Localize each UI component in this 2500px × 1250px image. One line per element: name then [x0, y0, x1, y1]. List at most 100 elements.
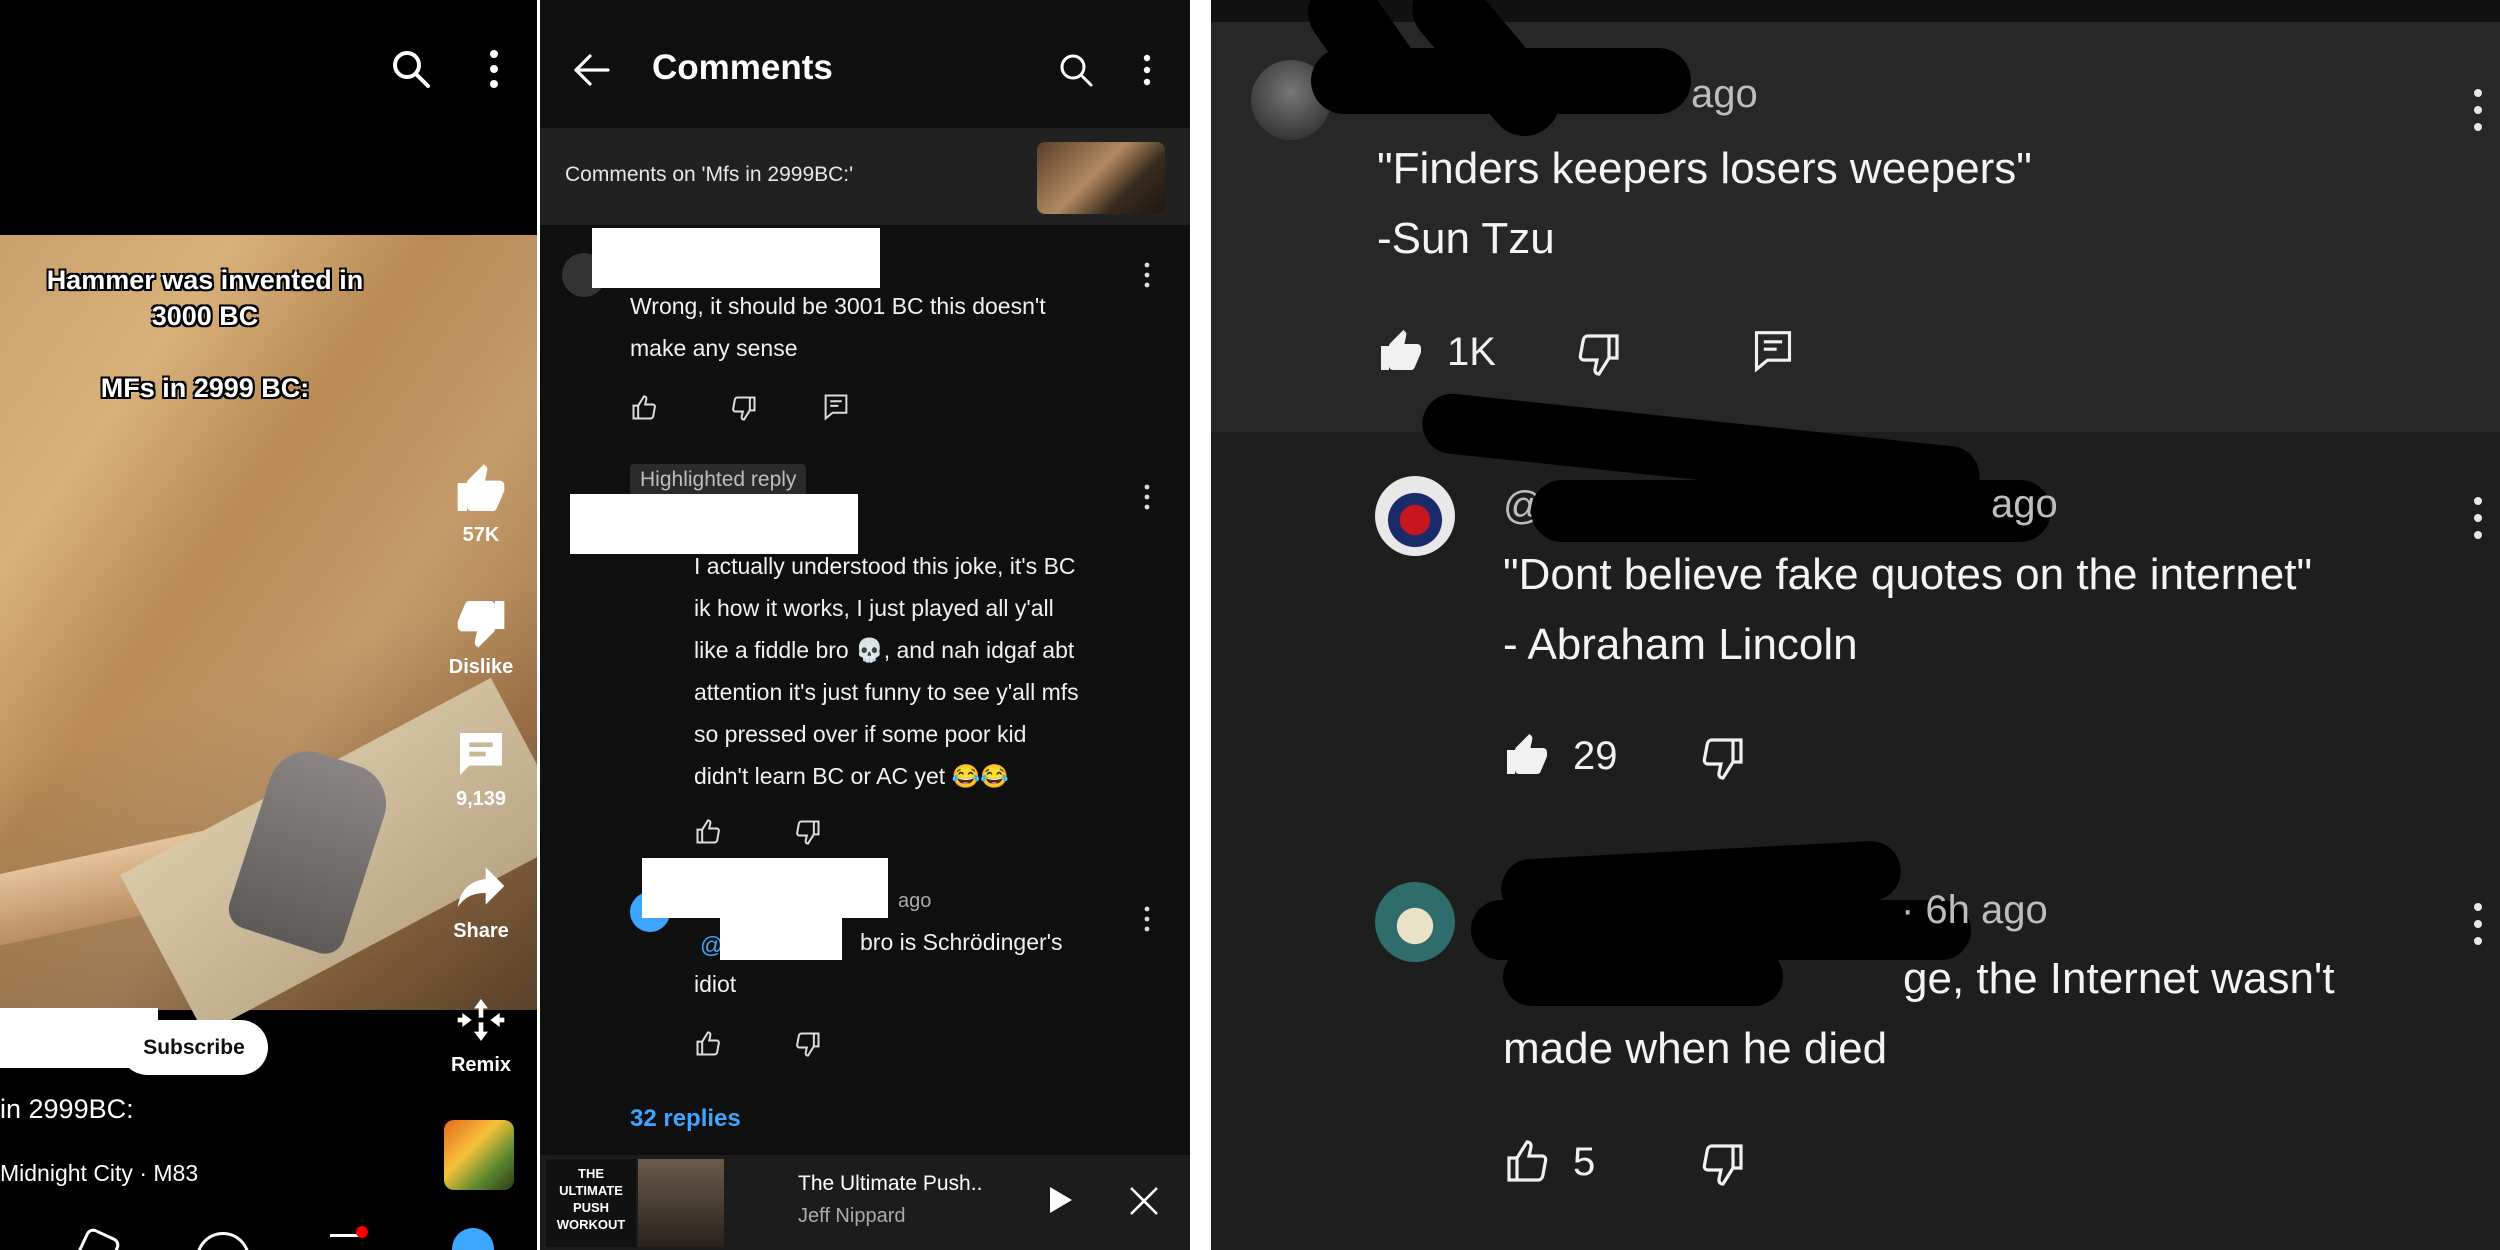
- comment-timestamp: · 6h ago: [1901, 888, 2048, 932]
- comment-text-line: make any sense: [630, 335, 798, 361]
- redaction-scribble: [1503, 948, 1783, 1006]
- play-icon[interactable]: [1048, 1185, 1074, 1215]
- video-caption: in 2999BC:: [0, 1094, 134, 1124]
- redacted-username: [592, 228, 880, 288]
- view-replies-link[interactable]: 32 replies: [630, 1105, 741, 1133]
- mini-player-thumbnail[interactable]: THE ULTIMATE PUSH WORKOUT: [546, 1159, 636, 1247]
- commenter-avatar[interactable]: [1375, 882, 1455, 962]
- comment-text-line: ge, the Internet wasn't: [1903, 954, 2335, 1003]
- mini-player[interactable]: THE ULTIMATE PUSH WORKOUT The Ultimate P…: [540, 1155, 1190, 1250]
- reply-comment-icon[interactable]: [1751, 326, 1795, 376]
- create-nav-icon[interactable]: [196, 1232, 250, 1250]
- back-arrow-icon[interactable]: [572, 52, 610, 88]
- music-info[interactable]: Midnight City · M83: [0, 1160, 198, 1187]
- thumb-up-icon: [453, 462, 509, 518]
- mini-player-channel: Jeff Nippard: [798, 1205, 906, 1227]
- comment-menu-icon[interactable]: [1144, 262, 1150, 288]
- remix-label: Remix: [450, 1054, 512, 1076]
- thumb-down-icon[interactable]: [794, 1030, 822, 1058]
- like-button[interactable]: 57K: [436, 462, 526, 547]
- thumb-down-icon: [453, 594, 509, 650]
- thumb-up-icon[interactable]: [1377, 328, 1425, 376]
- like-count: 57K: [462, 524, 500, 546]
- comment-timestamp: ago: [1991, 482, 2058, 526]
- search-icon[interactable]: [1058, 52, 1094, 88]
- comment-text-line: made when he died: [1503, 1024, 1888, 1073]
- thumb-up-icon[interactable]: [630, 394, 658, 422]
- comment-count: 9,139: [455, 788, 507, 810]
- zoomed-comments-panel: ago "Finders keepers losers weepers" -Su…: [1211, 0, 2500, 1250]
- reply-text-line: didn't learn BC or AC yet 😂😂: [694, 763, 1009, 789]
- overlay-line-1: Hammer was invented in: [46, 265, 364, 295]
- thumb-down-icon[interactable]: [1575, 330, 1623, 378]
- thumb-down-icon[interactable]: [794, 818, 822, 846]
- search-icon[interactable]: [390, 48, 432, 90]
- subscribe-button[interactable]: Subscribe: [120, 1020, 268, 1075]
- thumb-up-icon[interactable]: [1503, 1138, 1551, 1186]
- redaction-scribble: [1311, 48, 1691, 114]
- more-vert-icon[interactable]: [1143, 54, 1151, 86]
- mini-thumb-text: THE ULTIMATE PUSH WORKOUT: [556, 1166, 626, 1232]
- remix-icon: [453, 992, 509, 1048]
- reply-text-line: bro is Schrödinger's: [860, 929, 1063, 955]
- comment-menu-icon[interactable]: [1144, 906, 1150, 932]
- comment-text-line: "Dont believe fake quotes on the interne…: [1503, 550, 2313, 599]
- reply-comment-icon[interactable]: [822, 392, 850, 422]
- reply-text-line: like a fiddle bro 💀, and nah idgaf abt: [694, 637, 1075, 663]
- thumb-up-icon[interactable]: [694, 1030, 722, 1058]
- reply-text-line: ik how it works, I just played all y'all: [694, 595, 1054, 621]
- share-label: Share: [453, 920, 509, 942]
- remix-button[interactable]: Remix: [436, 992, 526, 1077]
- more-vert-icon[interactable]: [488, 48, 500, 90]
- you-nav-avatar[interactable]: [452, 1228, 494, 1250]
- thumb-down-icon[interactable]: [730, 394, 758, 422]
- comment-timestamp: ago: [1691, 72, 1758, 116]
- comments-context-bar[interactable]: Comments on 'Mfs in 2999BC:': [540, 128, 1190, 225]
- highlighted-reply-badge: Highlighted reply: [630, 464, 807, 496]
- reply-text-line: so pressed over if some poor kid: [694, 721, 1027, 747]
- top-divider: [1211, 0, 2500, 22]
- thumb-up-icon[interactable]: [694, 818, 722, 846]
- thumb-up-icon[interactable]: [1503, 732, 1551, 780]
- shorts-player-panel: Hammer was invented in 3000 BC MFs in 29…: [0, 0, 537, 1250]
- like-count: 1K: [1447, 330, 1496, 374]
- shorts-nav-icon[interactable]: [74, 1226, 122, 1250]
- like-count: 5: [1573, 1140, 1596, 1184]
- redacted-mention: [720, 918, 842, 960]
- reply-text-line: idiot: [694, 971, 737, 997]
- overlay-line-2: 3000 BC: [151, 301, 259, 331]
- comment-text-line: "Finders keepers losers weepers": [1377, 144, 2032, 193]
- comment-text-line: - Abraham Lincoln: [1503, 620, 1858, 669]
- comment-text-line: Wrong, it should be 3001 BC this doesn't: [630, 293, 1046, 319]
- comments-panel: Comments Comments on 'Mfs in 2999BC:' Wr…: [540, 0, 1190, 1250]
- overlay-line-3: MFs in 2999 BC:: [100, 373, 310, 403]
- share-icon: [453, 858, 509, 914]
- video-thumbnail[interactable]: [1037, 142, 1165, 214]
- comments-context-text: Comments on 'Mfs in 2999BC:': [565, 163, 854, 186]
- notification-dot: [356, 1226, 368, 1238]
- commenter-avatar[interactable]: [1375, 476, 1455, 556]
- comment-text-line: -Sun Tzu: [1377, 214, 1555, 263]
- music-album-art[interactable]: [444, 1120, 514, 1190]
- dislike-label: Dislike: [448, 656, 514, 678]
- redacted-username: [570, 494, 858, 554]
- close-icon[interactable]: [1128, 1185, 1160, 1217]
- thumb-down-icon[interactable]: [1699, 734, 1747, 782]
- reply-text-line: I actually understood this joke, it's BC: [694, 553, 1076, 579]
- comment-menu-icon[interactable]: [1144, 484, 1150, 510]
- mini-player-title: The Ultimate Push..: [798, 1172, 983, 1195]
- comments-title: Comments: [652, 48, 833, 87]
- dislike-button[interactable]: Dislike: [436, 594, 526, 679]
- thumb-down-icon[interactable]: [1699, 1140, 1747, 1188]
- comment-icon: [453, 726, 509, 782]
- like-count: 29: [1573, 734, 1618, 778]
- mini-player-thumbnail-image: [638, 1159, 724, 1247]
- redacted-username: [642, 858, 888, 918]
- comment-menu-icon[interactable]: [2473, 88, 2483, 132]
- reply-timestamp: ago: [898, 890, 932, 912]
- share-button[interactable]: Share: [436, 858, 526, 943]
- comment-menu-icon[interactable]: [2473, 496, 2483, 540]
- comment-menu-icon[interactable]: [2473, 902, 2483, 946]
- redaction-scribble: [1531, 480, 2051, 542]
- comments-button[interactable]: 9,139: [436, 726, 526, 811]
